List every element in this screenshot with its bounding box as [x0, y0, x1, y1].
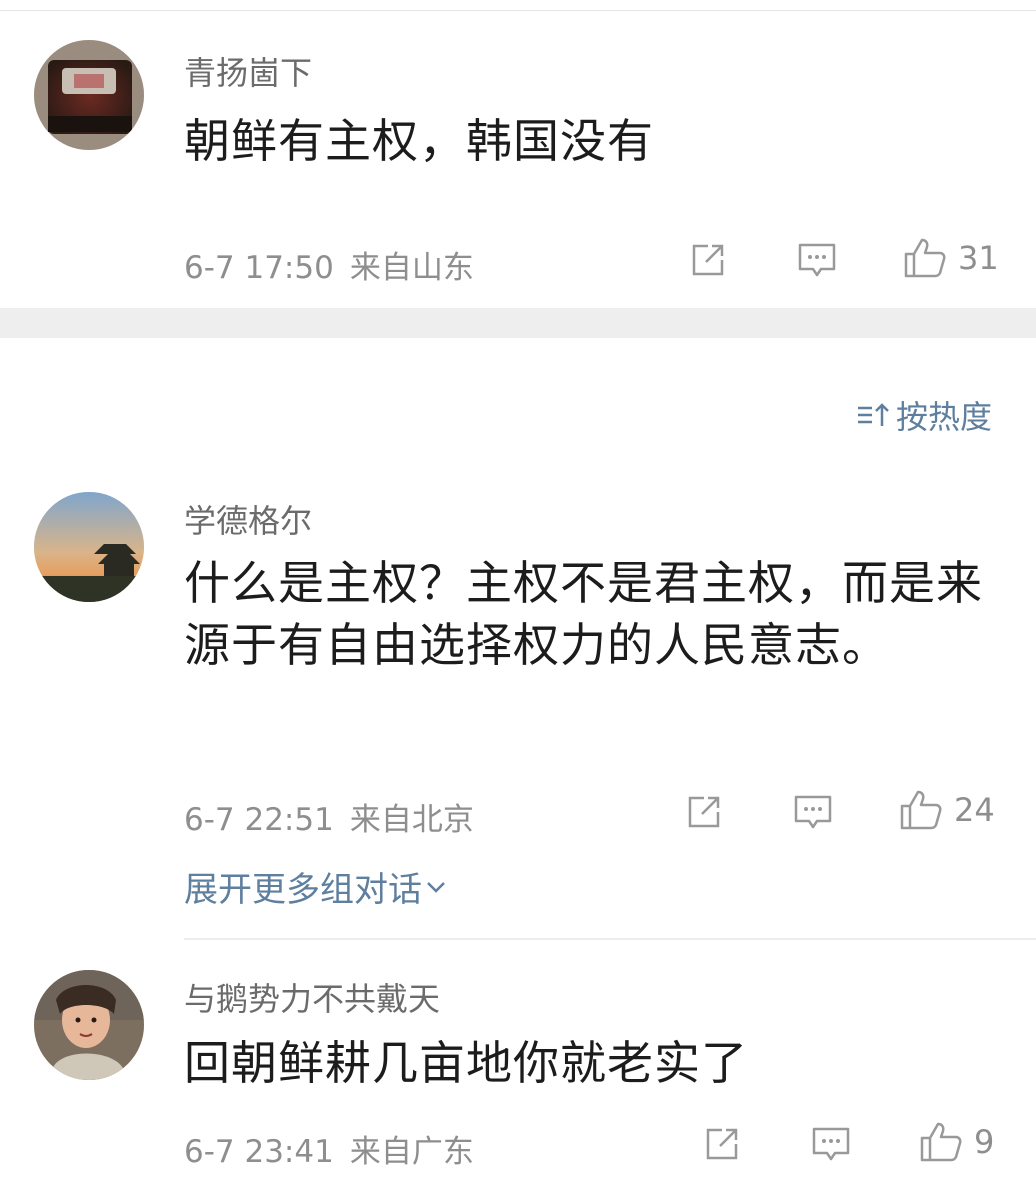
avatar[interactable]	[34, 970, 144, 1080]
comment-divider	[184, 938, 1036, 940]
share-button[interactable]	[702, 1124, 742, 1164]
share-icon	[706, 1128, 738, 1160]
comment-button[interactable]	[796, 240, 838, 280]
comment-icon	[798, 243, 836, 277]
comment-meta: 6-7 23:41 来自广东	[184, 1126, 474, 1171]
comment-time: 6-7 23:41	[184, 1134, 334, 1170]
share-button[interactable]	[688, 240, 728, 280]
sort-label: 按热度	[895, 398, 992, 436]
thumbs-up-icon	[900, 790, 942, 830]
sort-button[interactable]: 按热度	[856, 392, 992, 438]
expand-conversation-link[interactable]: 展开更多组对话	[184, 862, 448, 911]
comment-button[interactable]	[810, 1124, 852, 1164]
comment-time: 6-7 22:51	[184, 802, 334, 838]
share-icon	[688, 796, 720, 828]
share-icon	[692, 244, 724, 276]
like-button[interactable]: 24	[898, 788, 995, 832]
comment-icon	[794, 795, 832, 829]
comment-icon	[812, 1127, 850, 1161]
comment-text: 什么是主权？主权不是君主权，而是来源于有自由选择权力的人民意志。	[184, 556, 983, 672]
avatar[interactable]	[34, 40, 144, 150]
comment-text: 回朝鲜耕几亩地你就老实了	[184, 1036, 748, 1090]
comment-location: 来自北京	[349, 802, 474, 838]
username[interactable]: 与鹅势力不共戴天	[184, 974, 440, 1020]
comment-text: 朝鲜有主权，韩国没有	[184, 114, 654, 168]
username[interactable]: 学德格尔	[184, 496, 312, 542]
avatar[interactable]	[34, 492, 144, 602]
section-separator	[0, 308, 1036, 338]
like-count: 24	[954, 791, 995, 829]
like-button[interactable]: 31	[902, 236, 999, 280]
comment-item: 与鹅势力不共戴天 回朝鲜耕几亩地你就老实了 6-7 23:41 来自广东 9	[0, 942, 1036, 1200]
comment-item: 学德格尔 什么是主权？主权不是君主权，而是来源于有自由选择权力的人民意志。 6-…	[0, 470, 1036, 940]
username[interactable]: 青扬崮下	[184, 48, 312, 94]
comment-time: 6-7 17:50	[184, 250, 334, 286]
thumbs-up-icon	[904, 238, 946, 278]
chevron-down-icon	[427, 881, 445, 893]
comment-item: 青扬崮下 朝鲜有主权，韩国没有 6-7 17:50 来自山东 31	[0, 0, 1036, 308]
like-count: 9	[974, 1123, 995, 1161]
sort-icon	[857, 403, 889, 426]
comment-meta: 6-7 22:51 来自北京	[184, 794, 474, 839]
expand-label: 展开更多组对话	[184, 870, 422, 910]
comment-location: 来自广东	[349, 1134, 474, 1170]
like-button[interactable]: 9	[918, 1120, 994, 1164]
thumbs-up-icon	[920, 1122, 962, 1162]
share-button[interactable]	[684, 792, 724, 832]
comment-meta: 6-7 17:50 来自山东	[184, 242, 474, 287]
comment-location: 来自山东	[349, 250, 474, 286]
comment-button[interactable]	[792, 792, 834, 832]
like-count: 31	[958, 239, 999, 277]
